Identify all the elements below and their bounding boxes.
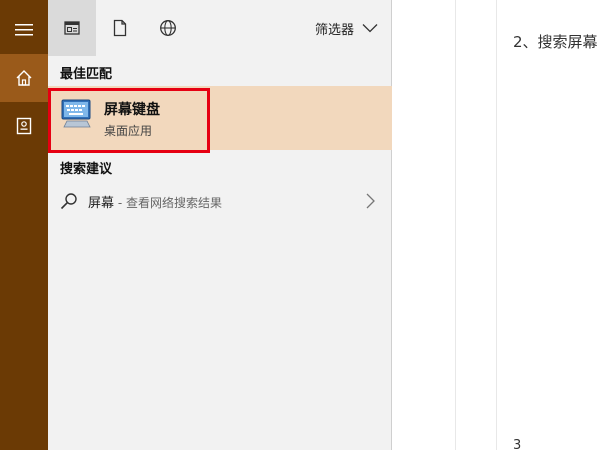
- suggestion-query: 屏幕: [88, 196, 115, 211]
- best-match-item[interactable]: 屏幕键盘 桌面应用: [48, 86, 392, 150]
- best-match-app-type: 桌面应用: [104, 124, 153, 138]
- on-screen-keyboard-icon: [61, 99, 91, 128]
- doc-step-number: 3: [513, 438, 522, 453]
- suggestion-text: 屏幕 - 查看网络搜索结果: [88, 192, 222, 211]
- hamburger-menu-icon: [15, 24, 33, 36]
- tab-all-apps[interactable]: [48, 0, 96, 56]
- suggestion-description: - 查看网络搜索结果: [114, 196, 222, 210]
- all-apps-icon: [64, 21, 80, 35]
- search-filter-toolbar: 筛选器: [48, 0, 392, 56]
- doc-divider-line: [496, 0, 497, 450]
- start-left-rail: [0, 0, 48, 450]
- best-match-app-name: 屏幕键盘: [104, 102, 160, 118]
- best-match-heading: 最佳匹配: [60, 67, 113, 82]
- suggestions-heading: 搜索建议: [60, 162, 113, 177]
- home-button[interactable]: [0, 54, 48, 102]
- search-icon: [60, 193, 77, 210]
- search-suggestion-item[interactable]: 屏幕 - 查看网络搜索结果: [48, 186, 392, 216]
- doc-step-text: 2、搜索屏幕: [513, 33, 598, 51]
- doc-divider-line: [455, 0, 456, 450]
- home-icon: [16, 70, 32, 86]
- notebook-button[interactable]: [0, 102, 48, 150]
- tab-documents[interactable]: [96, 0, 144, 56]
- tab-web[interactable]: [144, 0, 192, 56]
- notebook-icon: [16, 117, 32, 135]
- filter-label: 筛选器: [314, 22, 354, 38]
- web-globe-icon: [160, 20, 176, 36]
- chevron-right-icon[interactable]: [364, 192, 376, 210]
- filter-dropdown[interactable]: 筛选器: [315, 0, 378, 56]
- document-icon: [113, 19, 127, 37]
- search-results-panel: 筛选器 最佳匹配 屏幕键盘 桌面应用 搜索建议 屏幕 - 查看网络搜索结果: [48, 0, 392, 450]
- hamburger-menu-button[interactable]: [0, 6, 48, 54]
- chevron-down-icon: [362, 24, 378, 33]
